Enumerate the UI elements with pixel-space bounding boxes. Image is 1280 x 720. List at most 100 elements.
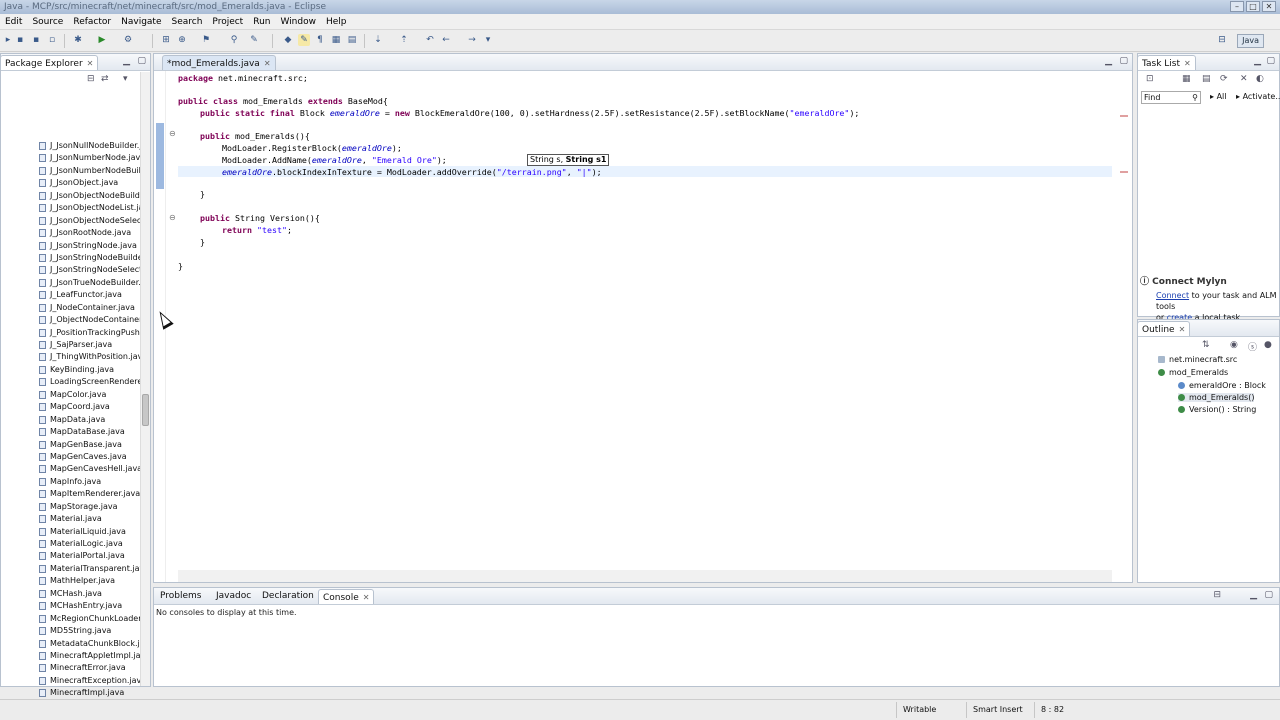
file-item[interactable]: J_JsonTrueNodeBuilder.java bbox=[1, 277, 141, 289]
menu-source[interactable]: Source bbox=[27, 17, 68, 27]
activate-link[interactable]: ▸ Activate... bbox=[1236, 92, 1280, 101]
show-whitespace-icon[interactable]: ¶ bbox=[314, 34, 326, 46]
close-icon[interactable]: ✕ bbox=[363, 593, 370, 602]
file-item[interactable]: J_ObjectNodeContainer.java bbox=[1, 314, 141, 326]
maximize-icon[interactable]: ▢ bbox=[1266, 56, 1275, 66]
minimize-icon[interactable]: ▁ bbox=[1254, 56, 1261, 66]
sync-icon[interactable]: ⟳ bbox=[1220, 74, 1228, 84]
file-item[interactable]: J_JsonNullNodeBuilder.java bbox=[1, 140, 141, 152]
file-item[interactable]: J_JsonObjectNodeBuilder.java bbox=[1, 190, 141, 202]
file-item[interactable]: MapGenBase.java bbox=[1, 439, 141, 451]
code-area[interactable]: package net.minecraft.src; public class … bbox=[178, 71, 1112, 568]
outline-class[interactable]: mod_Emeralds bbox=[1158, 368, 1228, 377]
file-item[interactable]: J_JsonStringNodeSelector.java bbox=[1, 264, 141, 276]
debug-icon[interactable]: ✱ bbox=[72, 34, 84, 46]
tab-outline[interactable]: Outline ✕ bbox=[1137, 321, 1191, 336]
file-item[interactable]: J_JsonRootNode.java bbox=[1, 227, 141, 239]
new-class-icon[interactable]: ⊕ bbox=[176, 34, 188, 46]
close-icon[interactable]: ✕ bbox=[1262, 1, 1276, 12]
collapse-icon[interactable]: ✕ bbox=[1240, 74, 1248, 84]
file-item[interactable]: KeyBinding.java bbox=[1, 364, 141, 376]
print-icon[interactable]: ▫ bbox=[46, 34, 58, 46]
menu-search[interactable]: Search bbox=[167, 17, 208, 27]
external-tools-icon[interactable]: ⚙ bbox=[122, 34, 134, 46]
file-item[interactable]: McRegionChunkLoader.java bbox=[1, 613, 141, 625]
minimize-icon[interactable]: ▁ bbox=[1105, 56, 1112, 66]
link-editor-icon[interactable]: ⇄ bbox=[101, 74, 109, 84]
tab-problems[interactable]: Problems bbox=[156, 589, 205, 604]
back-icon[interactable]: ← bbox=[440, 34, 452, 46]
file-item[interactable]: J_JsonObjectNodeList.java bbox=[1, 202, 141, 214]
new-task-icon[interactable]: ⊡ bbox=[1146, 74, 1154, 84]
file-item[interactable]: J_JsonStringNode.java bbox=[1, 240, 141, 252]
file-item[interactable]: J_LeafFunctor.java bbox=[1, 289, 141, 301]
new-icon[interactable]: ▸ bbox=[2, 34, 14, 46]
minimize-icon[interactable]: ▁ bbox=[123, 56, 130, 66]
menu-run[interactable]: Run bbox=[248, 17, 275, 27]
annotation-icon[interactable]: ◆ bbox=[282, 34, 294, 46]
filter-icon[interactable]: ▤ bbox=[1202, 74, 1211, 84]
close-icon[interactable]: ✕ bbox=[1179, 325, 1186, 334]
file-item[interactable]: J_NodeContainer.java bbox=[1, 302, 141, 314]
menu-help[interactable]: Help bbox=[321, 17, 352, 27]
close-icon[interactable]: ✕ bbox=[87, 59, 94, 68]
file-item[interactable]: MapColor.java bbox=[1, 389, 141, 401]
next-annotation-icon[interactable]: ⇣ bbox=[372, 34, 384, 46]
file-item[interactable]: J_ThingWithPosition.java bbox=[1, 351, 141, 363]
maximize-icon[interactable]: ▢ bbox=[1264, 590, 1273, 600]
file-item[interactable]: MCHashEntry.java bbox=[1, 600, 141, 612]
sort-icon[interactable]: ⇅ bbox=[1202, 340, 1210, 350]
file-item[interactable]: MinecraftImpl.java bbox=[1, 687, 141, 699]
file-item[interactable]: J_JsonNumberNodeBuilder.java bbox=[1, 165, 141, 177]
file-item[interactable]: MapDataBase.java bbox=[1, 426, 141, 438]
tab-declaration[interactable]: Declaration bbox=[258, 589, 318, 604]
tab-console[interactable]: Console ✕ bbox=[318, 589, 375, 604]
forward-icon[interactable]: → bbox=[466, 34, 478, 46]
hide-fields-icon[interactable]: ◉ bbox=[1230, 340, 1238, 350]
file-item[interactable]: LoadingScreenRenderer.java bbox=[1, 376, 141, 388]
outline-package[interactable]: net.minecraft.src bbox=[1158, 355, 1237, 364]
menu-navigate[interactable]: Navigate bbox=[116, 17, 166, 27]
tab-task-list[interactable]: Task List ✕ bbox=[1137, 55, 1196, 70]
file-item[interactable]: J_JsonStringNodeBuilder.java bbox=[1, 252, 141, 264]
tab-javadoc[interactable]: Javadoc bbox=[212, 589, 255, 604]
menu-window[interactable]: Window bbox=[275, 17, 321, 27]
tab-package-explorer[interactable]: Package Explorer ✕ bbox=[0, 55, 99, 70]
new-package-icon[interactable]: ⊞ bbox=[160, 34, 172, 46]
save-icon[interactable]: ▪ bbox=[14, 34, 26, 46]
search-icon[interactable]: ⚲ bbox=[228, 34, 240, 46]
file-item[interactable]: J_SajParser.java bbox=[1, 339, 141, 351]
close-icon[interactable]: ✕ bbox=[264, 59, 271, 68]
task-find-input[interactable]: Find ⚲ bbox=[1141, 91, 1201, 104]
prev-annotation-icon[interactable]: ⇡ bbox=[398, 34, 410, 46]
maximize-icon[interactable]: ▢ bbox=[1119, 56, 1128, 66]
file-item[interactable]: MaterialLogic.java bbox=[1, 538, 141, 550]
mark-occurrences-icon[interactable]: ✎ bbox=[298, 34, 310, 46]
file-item[interactable]: J_JsonObjectNodeSelector.java bbox=[1, 215, 141, 227]
file-item[interactable]: MapInfo.java bbox=[1, 476, 141, 488]
file-item[interactable]: MaterialLiquid.java bbox=[1, 526, 141, 538]
block-select-icon[interactable]: ▦ bbox=[330, 34, 342, 46]
fold-icon[interactable]: ⊖ bbox=[169, 213, 176, 222]
open-type-icon[interactable]: ⚑ bbox=[200, 34, 212, 46]
file-item[interactable]: MetadataChunkBlock.java bbox=[1, 638, 141, 650]
outline-field[interactable]: emeraldOre : Block bbox=[1178, 381, 1266, 390]
file-item[interactable]: MCHash.java bbox=[1, 588, 141, 600]
minimize-icon[interactable]: – bbox=[1230, 1, 1244, 12]
file-item[interactable]: MapData.java bbox=[1, 414, 141, 426]
file-item[interactable]: J_PositionTrackingPushbackReader.java bbox=[1, 327, 141, 339]
display-console-icon[interactable]: ⊟ bbox=[1213, 590, 1221, 600]
package-explorer-scrollbar[interactable] bbox=[140, 72, 150, 686]
maximize-icon[interactable]: ▢ bbox=[137, 56, 146, 66]
file-item[interactable]: MaterialPortal.java bbox=[1, 550, 141, 562]
file-item[interactable]: MD5String.java bbox=[1, 625, 141, 637]
chevron-down-icon[interactable]: ▾ bbox=[482, 34, 494, 46]
editor-horizontal-scrollbar[interactable] bbox=[178, 570, 1112, 582]
file-item[interactable]: MinecraftAppletImpl.java bbox=[1, 650, 141, 662]
file-item[interactable]: MapCoord.java bbox=[1, 401, 141, 413]
outline-constructor[interactable]: mod_Emeralds() bbox=[1178, 393, 1255, 402]
file-item[interactable]: Material.java bbox=[1, 513, 141, 525]
tab-mod-emeralds[interactable]: *mod_Emeralds.java ✕ bbox=[162, 55, 276, 70]
focus-icon[interactable]: ◐ bbox=[1256, 74, 1264, 84]
file-item[interactable]: MaterialTransparent.java bbox=[1, 563, 141, 575]
